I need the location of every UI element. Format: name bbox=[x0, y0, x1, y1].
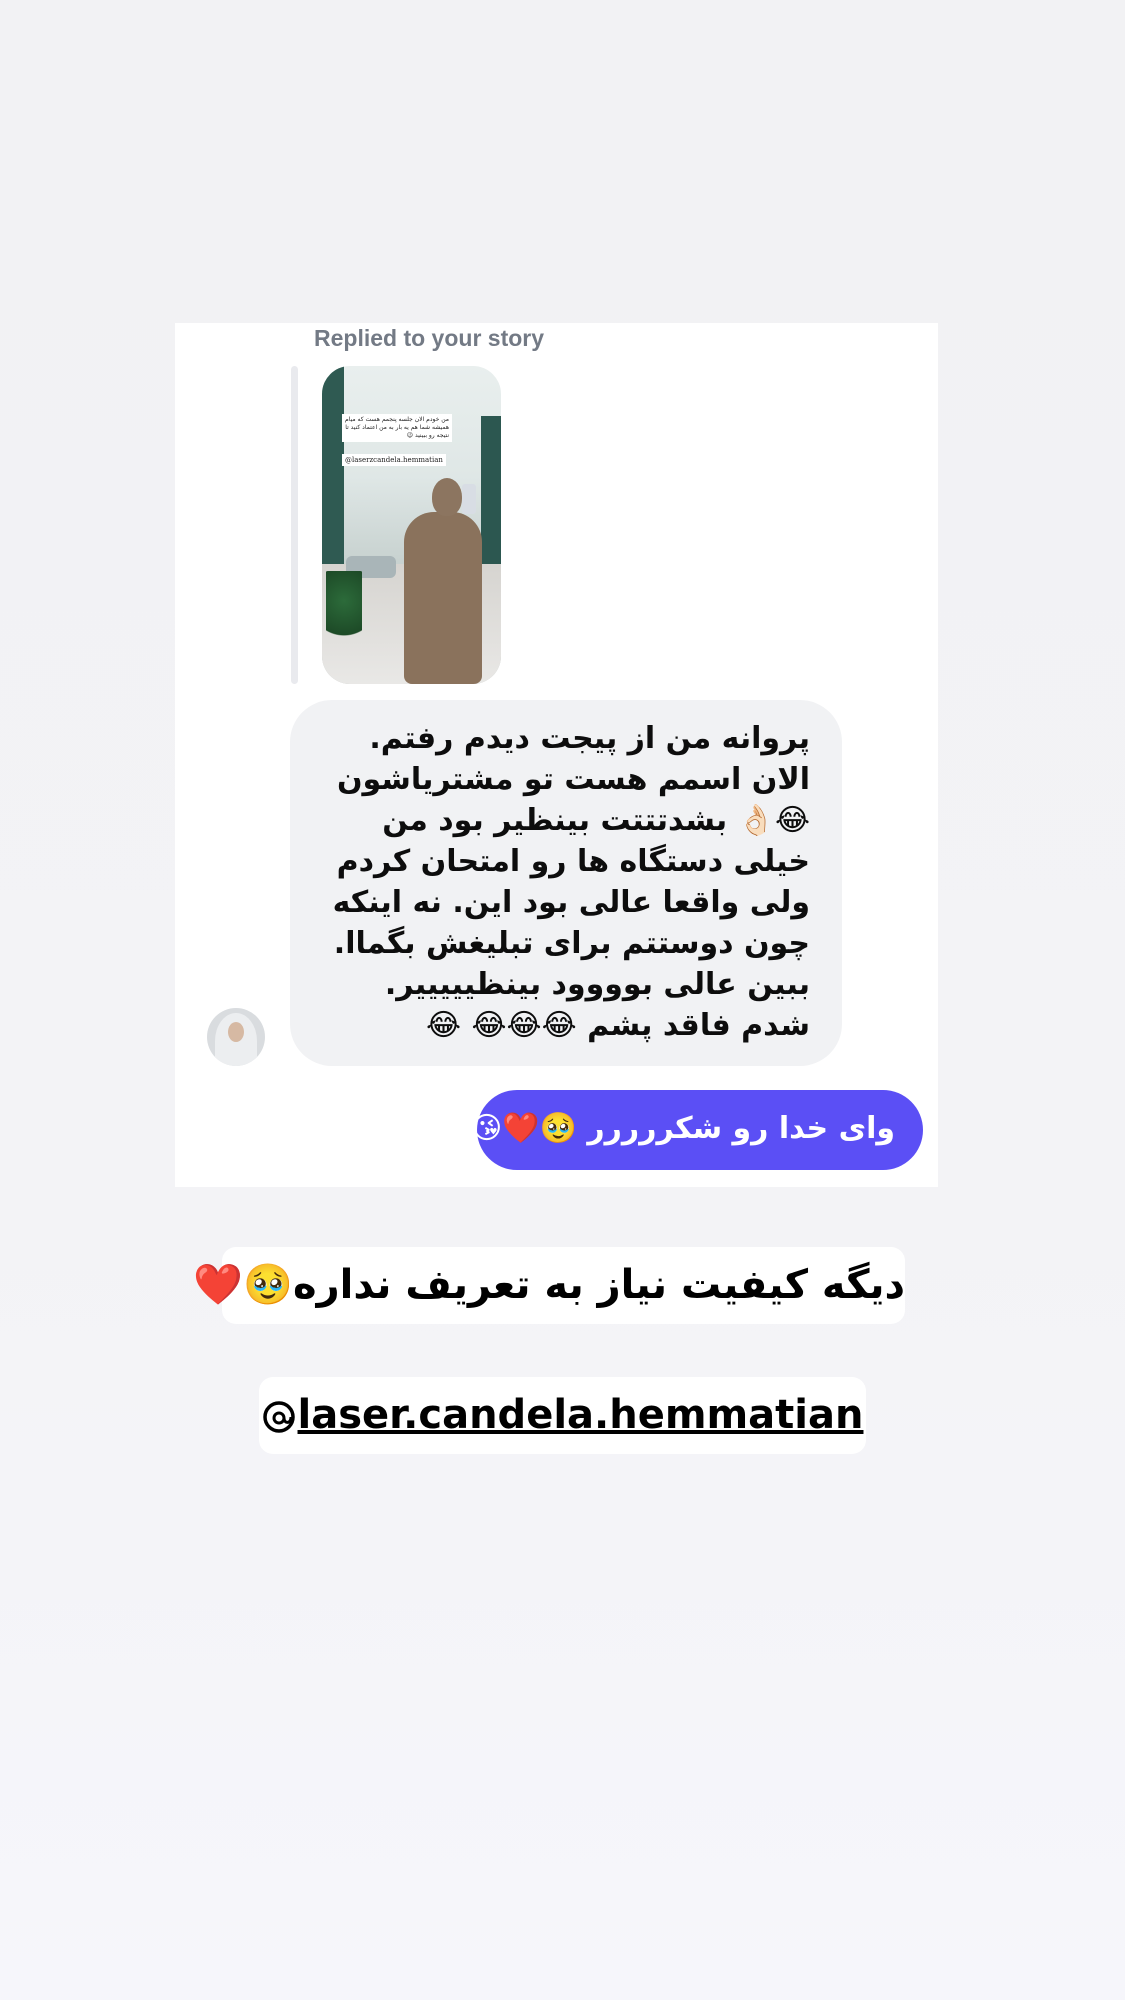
caption-banner: دیگه کیفیت نیاز به تعریف نداره🥹❤️ bbox=[193, 1247, 905, 1324]
story-wall-decor bbox=[481, 416, 501, 566]
story-overlay-text: من خودم الان جلسه پنجمم هست که میام همیش… bbox=[342, 414, 452, 442]
story-person bbox=[404, 512, 482, 684]
direct-message-card: Replied to your story من خودم الان جلسه … bbox=[175, 323, 938, 1187]
avatar-face bbox=[228, 1022, 244, 1042]
handle-banner[interactable]: laser.candela.hemmatian bbox=[259, 1377, 866, 1454]
story-wall-decor bbox=[322, 366, 344, 566]
story-thumbnail[interactable]: من خودم الان جلسه پنجمم هست که میام همیش… bbox=[322, 366, 501, 684]
threads-icon bbox=[262, 1401, 295, 1433]
story-phone bbox=[462, 484, 476, 514]
outgoing-message-text: وای خدا رو شکررررر 🥹❤️😘 bbox=[470, 1111, 895, 1146]
reply-indicator-bar bbox=[291, 366, 298, 684]
replied-to-story-caption: Replied to your story bbox=[314, 325, 545, 351]
handle-link[interactable]: laser.candela.hemmatian bbox=[259, 1377, 866, 1454]
outgoing-message-bubble[interactable]: وای خدا رو شکررررر 🥹❤️😘 bbox=[471, 1090, 923, 1170]
story-plant bbox=[326, 571, 362, 646]
sender-avatar[interactable] bbox=[207, 1008, 265, 1066]
handle-text: laser.candela.hemmatian bbox=[297, 1392, 864, 1438]
story-person-head bbox=[432, 478, 462, 516]
caption-banner-text: دیگه کیفیت نیاز به تعریف نداره🥹❤️ bbox=[193, 1262, 905, 1308]
incoming-message-bubble[interactable]: پروانه من از پیجت دیدم رفتم. الان اسمم ه… bbox=[290, 700, 842, 1066]
story-mention-tag: @laserzcandela.hemmatian bbox=[342, 454, 446, 466]
incoming-message-text: پروانه من از پیجت دیدم رفتم. الان اسمم ه… bbox=[332, 721, 810, 1043]
